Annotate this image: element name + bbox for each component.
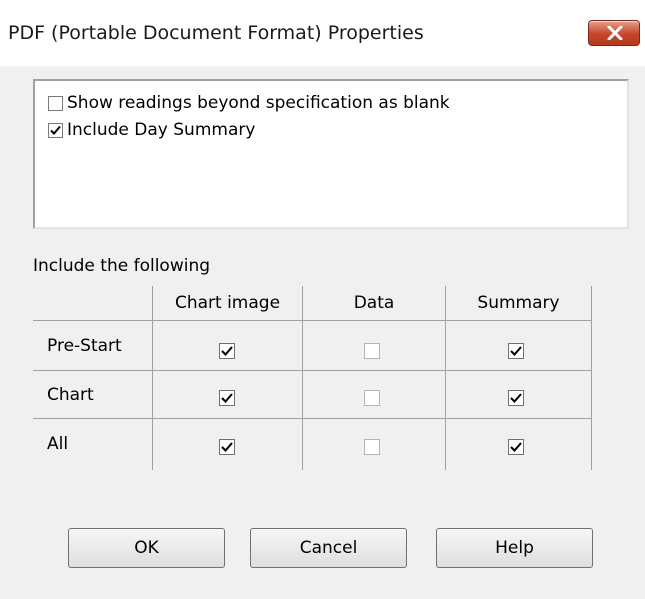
close-icon (607, 26, 623, 40)
checkmark-icon (221, 346, 233, 356)
show-readings-blank-checkbox[interactable] (48, 95, 63, 111)
ok-button[interactable]: OK (68, 528, 225, 568)
window-title: PDF (Portable Document Format) Propertie… (8, 22, 424, 44)
option-label: Include Day Summary (67, 120, 256, 140)
options-list: Show readings beyond specification as bl… (33, 79, 629, 229)
column-header-chart-image: Chart image (174, 293, 281, 313)
chart-data-checkbox[interactable] (364, 390, 380, 406)
help-button[interactable]: Help (436, 528, 593, 568)
include-day-summary-checkbox[interactable] (48, 122, 63, 138)
option-show-readings-blank[interactable]: Show readings beyond specification as bl… (48, 92, 450, 114)
cancel-button[interactable]: Cancel (250, 528, 407, 568)
checkmark-icon (510, 393, 522, 403)
grid-line (591, 286, 592, 470)
pre-start-chart-image-checkbox[interactable] (219, 343, 235, 359)
checkmark-icon (50, 125, 61, 135)
chart-chart-image-checkbox[interactable] (219, 390, 235, 406)
row-header-all: All (47, 434, 69, 454)
row-header-pre-start: Pre-Start (47, 336, 122, 356)
column-header-data: Data (353, 293, 395, 313)
column-header-summary: Summary (477, 293, 560, 313)
option-label: Show readings beyond specification as bl… (67, 93, 450, 113)
pdf-properties-dialog: PDF (Portable Document Format) Propertie… (0, 0, 645, 599)
checkmark-icon (221, 393, 233, 403)
title-bar: PDF (Portable Document Format) Propertie… (0, 0, 645, 66)
include-section-label: Include the following (33, 256, 211, 276)
close-button[interactable] (588, 20, 640, 46)
all-data-checkbox[interactable] (364, 439, 380, 455)
pre-start-data-checkbox[interactable] (364, 343, 380, 359)
checkmark-icon (510, 346, 522, 356)
all-summary-checkbox[interactable] (508, 439, 524, 455)
all-chart-image-checkbox[interactable] (219, 439, 235, 455)
checkmark-icon (510, 442, 522, 452)
checkmark-icon (221, 442, 233, 452)
chart-summary-checkbox[interactable] (508, 390, 524, 406)
row-header-chart: Chart (47, 385, 94, 405)
option-include-day-summary[interactable]: Include Day Summary (48, 119, 255, 141)
grid-line (33, 320, 592, 321)
pre-start-summary-checkbox[interactable] (508, 343, 524, 359)
